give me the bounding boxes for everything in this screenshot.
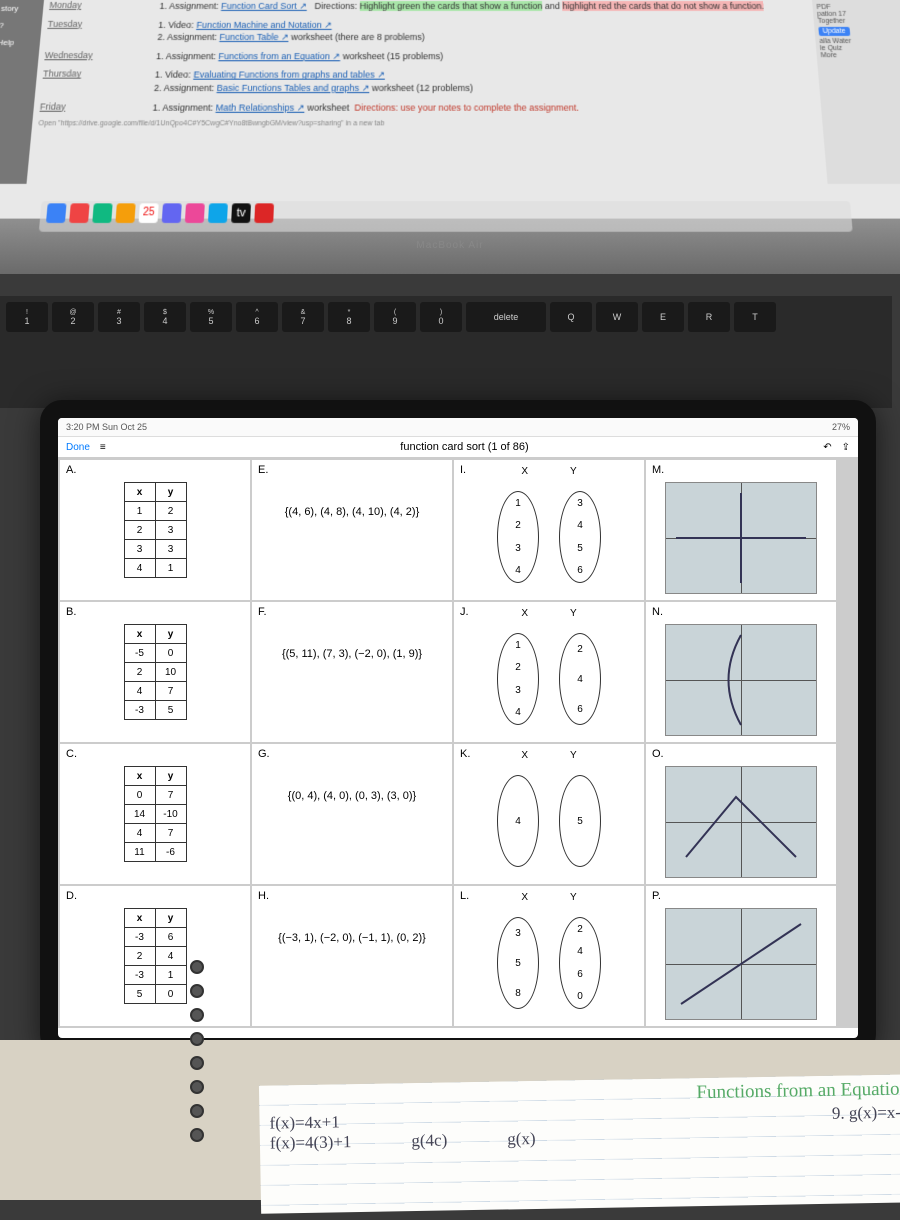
key-q[interactable]: Q [550,302,592,332]
card-K[interactable]: K. XY 4 5 [454,744,644,884]
list-icon[interactable]: ≡ [100,442,106,453]
music-icon[interactable] [185,203,205,223]
sidebar-item[interactable]: story [1,4,42,13]
key-9[interactable]: (9 [374,302,416,332]
day-tuesday: Tuesday [46,18,159,43]
key-4[interactable]: $4 [144,302,186,332]
app-icon[interactable] [254,203,274,223]
key-1[interactable]: !1 [6,302,48,332]
nb-l2c: g(x) [507,1129,536,1149]
card-G[interactable]: G. {(0, 4), (4, 0), (0, 3), (3, 0)} [252,744,452,884]
sidebar-item[interactable]: Help [0,38,38,47]
tv-icon[interactable]: tv [231,203,251,223]
cards-grid: A. xy 12 23 33 41 E. {(4, 6), (4, 8), (4… [58,458,858,1028]
card-J[interactable]: J. XY 1234 246 [454,602,644,742]
link-eq[interactable]: Functions from an Equation ↗ [218,51,340,61]
link-table[interactable]: Function Table ↗ [219,32,288,42]
share-icon[interactable]: ⇪ [842,442,850,453]
ipad-toolbar: Done ≡ function card sort (1 of 86) ↶ ⇪ [58,437,858,458]
pation-label: pation 17 [817,11,898,18]
key-3[interactable]: #3 [98,302,140,332]
key-r[interactable]: R [688,302,730,332]
link-eval[interactable]: Evaluating Functions from graphs and tab… [193,70,385,80]
key-delete[interactable]: delete [466,302,546,332]
key-2[interactable]: @2 [52,302,94,332]
key-0[interactable]: )0 [420,302,462,332]
nb-l2a: f(x)=4(3)+1 [270,1132,352,1153]
card-L[interactable]: L. XY 358 2460 [454,886,644,1026]
wed-body: 1. Assignment: Functions from an Equatio… [156,50,836,63]
nb-l2b: g(4c) [411,1130,447,1151]
key-e[interactable]: E [642,302,684,332]
card-E[interactable]: E. {(4, 6), (4, 8), (4, 10), (4, 2)} [252,460,452,600]
key-8[interactable]: *8 [328,302,370,332]
keyboard: !1 @2 #3 $4 %5 ^6 &7 *8 (9 )0 delete Q W… [0,296,892,408]
together-label: Together [818,18,899,25]
finder-icon[interactable] [46,203,67,223]
ipad: 3:20 PM Sun Oct 25 27% Done ≡ function c… [40,400,876,1056]
laptop-area: story ? Help Monday 1. Assignment: Funct… [0,0,900,274]
app-icon[interactable] [92,203,112,223]
undo-icon[interactable]: ↶ [823,442,831,453]
key-w[interactable]: W [596,302,638,332]
key-6[interactable]: ^6 [236,302,278,332]
tab-hint: Open "https://drive.google.com/file/d/1U… [38,120,841,127]
card-A[interactable]: A. xy 12 23 33 41 [60,460,250,600]
tue-line2: 2. Assignment: Function Table ↗ workshee… [157,31,834,44]
card-O[interactable]: O. [646,744,836,884]
card-C[interactable]: C. xy 07 14-10 47 11-6 [60,744,250,884]
app-icon[interactable] [208,203,228,223]
link-basic[interactable]: Basic Functions Tables and graphs ↗ [217,83,370,93]
app-icon[interactable] [115,203,135,223]
key-7[interactable]: &7 [282,302,324,332]
macbook-label: MacBook Air [0,240,900,251]
card-B[interactable]: B. xy -50 210 47 -35 [60,602,250,742]
day-wednesday: Wednesday [44,50,156,63]
card-N[interactable]: N. [646,602,836,742]
laptop-screen: story ? Help Monday 1. Assignment: Funct… [0,0,900,219]
nb-l1b: 9. g(x)=x-3 [832,1102,900,1123]
status-battery: 27% [832,422,850,432]
thu-body: 1. Video: Evaluating Functions from grap… [154,69,839,95]
done-button[interactable]: Done [66,442,90,453]
nb-l1a: f(x)=4x+1 [269,1112,340,1133]
update-button[interactable]: Update [818,27,850,36]
status-time: 3:20 PM Sun Oct 25 [66,422,147,432]
tue-line1: 1. Video: Function Machine and Notation … [158,18,833,31]
quiz-label: le Quiz [820,45,900,52]
card-P[interactable]: P. [646,886,836,1026]
key-t[interactable]: T [734,302,776,332]
more-label[interactable]: More [820,52,900,59]
doc-content: Monday 1. Assignment: Function Card Sort… [34,0,846,175]
card-F[interactable]: F. {(5, 11), (7, 3), (−2, 0), (1, 9)} [252,602,452,742]
link-machine[interactable]: Function Machine and Notation ↗ [196,19,332,29]
app-icon[interactable] [69,203,90,223]
day-monday: Monday [49,0,160,13]
link-card-sort[interactable]: Function Card Sort ↗ [221,1,307,11]
spiral-binding [190,960,220,1220]
fri-body: 1. Assignment: Math Relationships ↗ work… [152,101,840,114]
card-D[interactable]: D. xy -36 24 -31 50 [60,886,250,1026]
pdf-label: PDF [816,4,897,11]
tuesday-body: 1. Video: Function Machine and Notation … [157,18,834,43]
right-pane: PDF pation 17 Together Update alla Water… [812,0,900,184]
dock: 25 tv [39,201,853,232]
card-I[interactable]: I. XY 1234 3456 [454,460,644,600]
sidebar-item[interactable]: ? [0,21,40,30]
ipad-status: 3:20 PM Sun Oct 25 27% [58,418,858,437]
doc-title: function card sort (1 of 86) [116,441,813,453]
monday-body: 1. Assignment: Function Card Sort ↗ Dire… [159,0,831,13]
card-H[interactable]: H. {(−3, 1), (−2, 0), (−1, 1), (0, 2)} [252,886,452,1026]
notebook: Functions from an Equation f(x)=4x+1 9. … [259,1074,900,1213]
app-icon[interactable] [162,203,182,223]
day-thursday: Thursday [41,69,155,95]
water-label: alla Water [819,38,900,45]
card-M[interactable]: M. [646,460,836,600]
key-5[interactable]: %5 [190,302,232,332]
day-friday: Friday [39,101,153,114]
link-rel[interactable]: Math Relationships ↗ [216,102,305,112]
cal-icon[interactable]: 25 [139,203,159,223]
